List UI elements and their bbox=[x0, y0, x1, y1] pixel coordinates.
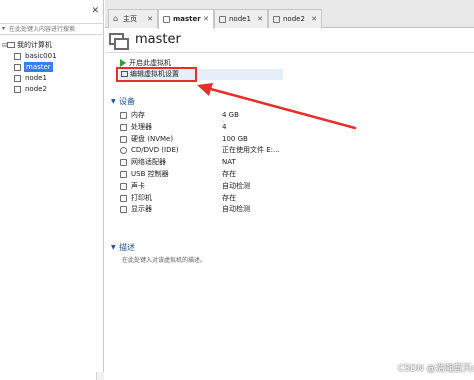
description-header-label: 描述 bbox=[119, 243, 135, 252]
close-tab-icon[interactable]: ✕ bbox=[311, 10, 317, 28]
tree-node-label: master bbox=[24, 62, 53, 72]
description-placeholder[interactable]: 在此处键入对该虚拟机的描述。 bbox=[122, 255, 206, 264]
annotation-highlight-box bbox=[116, 67, 197, 82]
tab-bar: ⌂ 主页 ✕ master ✕ node1 ✕ node2 ✕ bbox=[105, 0, 474, 29]
vm-icon bbox=[219, 16, 226, 23]
home-icon: ⌂ bbox=[113, 14, 119, 23]
tab-master[interactable]: master ✕ bbox=[158, 9, 214, 29]
tree-node-my-computer[interactable]: ⊟ 我的计算机 bbox=[0, 40, 104, 51]
printer-icon bbox=[120, 194, 127, 202]
tab-label: node2 bbox=[283, 15, 305, 23]
vm-icon bbox=[273, 16, 280, 23]
tree-node-label: node1 bbox=[25, 74, 47, 82]
usb-icon bbox=[120, 170, 127, 178]
collapse-arrow-icon[interactable]: ▼ bbox=[111, 243, 116, 253]
device-value: 4 GB bbox=[222, 111, 239, 119]
device-list: 内存 4 GB 处理器 4 硬盘 (NVMe) 100 GB CD/DVD (I… bbox=[118, 110, 318, 216]
device-name: CD/DVD (IDE) bbox=[131, 146, 179, 155]
computer-icon bbox=[7, 42, 15, 48]
library-search-input[interactable] bbox=[9, 25, 103, 34]
vm-icon bbox=[163, 16, 170, 23]
device-row-memory[interactable]: 内存 4 GB bbox=[118, 110, 318, 122]
device-name: 显示器 bbox=[131, 205, 152, 214]
divider bbox=[105, 52, 474, 53]
tab-label: 主页 bbox=[123, 15, 137, 23]
tree-node-master[interactable]: master bbox=[0, 62, 104, 73]
vm-icon bbox=[14, 64, 21, 71]
library-pane: ✕ ▾ ⊟ 我的计算机 basic001 master node1 node2 bbox=[0, 0, 104, 380]
tree-node-basic001[interactable]: basic001 bbox=[0, 51, 104, 62]
memory-icon bbox=[120, 112, 127, 119]
display-icon bbox=[120, 206, 127, 214]
play-icon bbox=[120, 59, 126, 67]
vm-summary-panel: master 开启此虚拟机 编辑虚拟机设置 ▼ 设备 内存 4 GB 处理器 4… bbox=[105, 29, 474, 380]
device-value: 存在 bbox=[222, 169, 236, 178]
device-row-processor[interactable]: 处理器 4 bbox=[118, 122, 318, 134]
vm-icon bbox=[14, 86, 21, 93]
speaker-icon bbox=[120, 182, 127, 190]
device-value: NAT bbox=[222, 158, 236, 167]
close-icon[interactable]: ✕ bbox=[91, 6, 99, 16]
device-value: 存在 bbox=[222, 193, 236, 202]
tree-node-node2[interactable]: node2 bbox=[0, 84, 104, 95]
vm-tree: ⊟ 我的计算机 basic001 master node1 node2 bbox=[0, 40, 104, 95]
vm-icon bbox=[14, 53, 21, 60]
device-row-printer[interactable]: 打印机 存在 bbox=[118, 193, 318, 205]
device-name: 声卡 bbox=[131, 181, 145, 190]
vm-title: master bbox=[135, 32, 181, 47]
device-name: USB 控制器 bbox=[131, 169, 169, 178]
watermark: CSDN @浩瀚蓝天dep bbox=[398, 364, 474, 374]
device-value: 自动检测 bbox=[222, 181, 250, 190]
tab-node1[interactable]: node1 ✕ bbox=[214, 9, 268, 28]
device-row-display[interactable]: 显示器 自动检测 bbox=[118, 204, 318, 216]
hard-disk-icon bbox=[120, 135, 127, 143]
library-header: ✕ bbox=[0, 0, 103, 24]
devices-header-label: 设备 bbox=[119, 97, 135, 106]
processor-icon bbox=[120, 123, 127, 131]
device-name: 内存 bbox=[131, 111, 145, 119]
tree-node-label: node2 bbox=[25, 85, 47, 93]
close-tab-icon[interactable]: ✕ bbox=[257, 10, 263, 28]
tree-node-label: basic001 bbox=[25, 52, 57, 60]
device-row-sound-card[interactable]: 声卡 自动检测 bbox=[118, 181, 318, 193]
cd-dvd-icon bbox=[120, 147, 127, 155]
scrollbar-corner[interactable] bbox=[96, 372, 104, 380]
network-adapter-icon bbox=[120, 159, 127, 167]
device-value: 正在使用文件 E:... bbox=[222, 146, 280, 155]
device-row-network-adapter[interactable]: 网络适配器 NAT bbox=[118, 157, 318, 169]
tab-home[interactable]: ⌂ 主页 ✕ bbox=[108, 9, 158, 28]
collapse-arrow-icon[interactable]: ▼ bbox=[111, 97, 116, 107]
device-row-usb-controller[interactable]: USB 控制器 存在 bbox=[118, 169, 318, 181]
device-value: 自动检测 bbox=[222, 205, 250, 214]
library-search-bar: ▾ bbox=[0, 23, 104, 35]
tree-node-label: 我的计算机 bbox=[17, 41, 52, 49]
device-row-cd-dvd[interactable]: CD/DVD (IDE) 正在使用文件 E:... bbox=[118, 145, 318, 157]
device-value: 4 bbox=[222, 122, 227, 131]
device-name: 打印机 bbox=[131, 193, 152, 202]
device-row-hard-disk[interactable]: 硬盘 (NVMe) 100 GB bbox=[118, 134, 318, 146]
device-name: 硬盘 (NVMe) bbox=[131, 134, 174, 143]
device-value: 100 GB bbox=[222, 134, 248, 143]
vm-large-icon bbox=[109, 33, 130, 51]
tab-label: node1 bbox=[229, 15, 251, 23]
tree-node-node1[interactable]: node1 bbox=[0, 73, 104, 84]
close-tab-icon[interactable]: ✕ bbox=[203, 10, 209, 28]
search-dropdown-icon[interactable]: ▾ bbox=[2, 25, 5, 32]
close-tab-icon[interactable]: ✕ bbox=[147, 10, 153, 28]
device-name: 网络适配器 bbox=[131, 158, 166, 167]
tab-label: master bbox=[173, 15, 201, 23]
vm-icon bbox=[14, 75, 21, 82]
tab-node2[interactable]: node2 ✕ bbox=[268, 9, 322, 28]
device-name: 处理器 bbox=[131, 122, 152, 131]
